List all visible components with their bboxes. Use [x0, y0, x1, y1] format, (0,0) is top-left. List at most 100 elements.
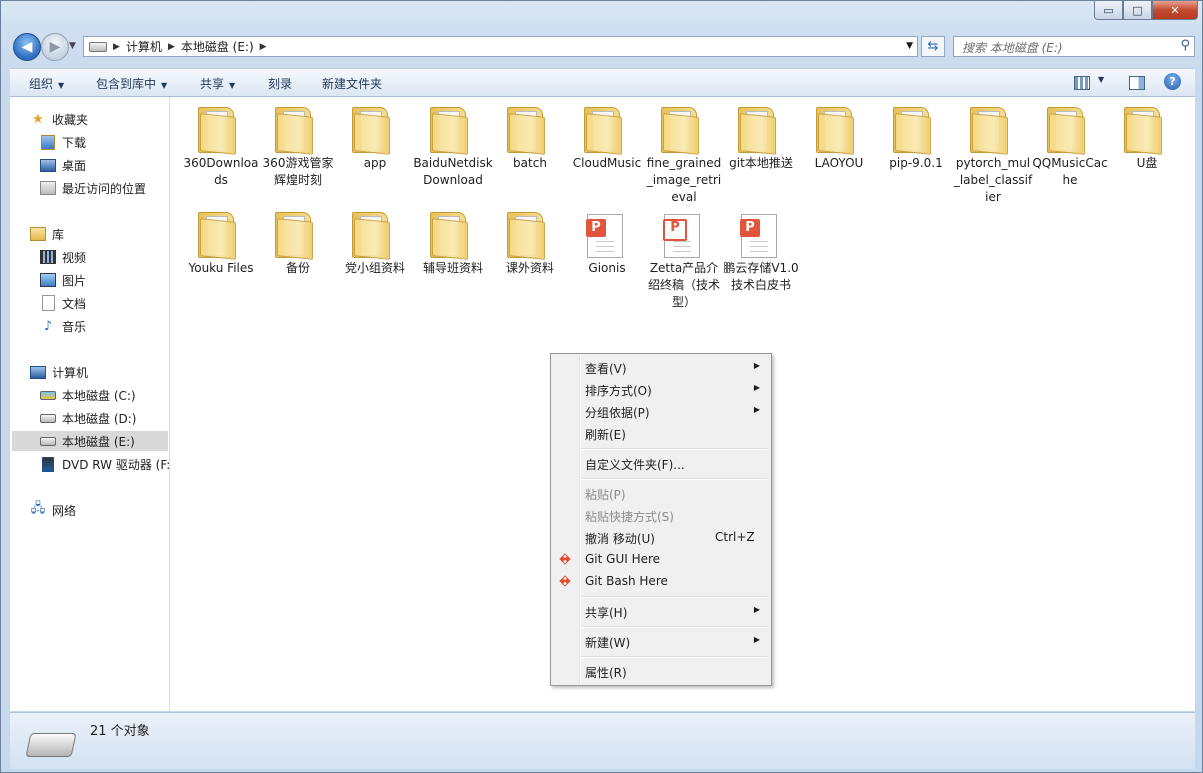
nav-desktop[interactable]: 桌面	[40, 155, 86, 175]
folder-front	[277, 218, 313, 260]
menu-item-git-bash[interactable]: Git Bash Here	[553, 570, 769, 592]
chevron-down-icon: ▼	[58, 81, 65, 90]
nav-pictures[interactable]: 图片	[40, 270, 86, 290]
nav-computer[interactable]: 计算机	[30, 362, 88, 382]
folder-front	[432, 113, 468, 155]
nav-dvd-drive[interactable]: DVD RW 驱动器 (F:	[40, 454, 170, 474]
nav-libraries[interactable]: 库	[30, 224, 64, 244]
folder-front	[509, 113, 545, 155]
close-button[interactable]: ✕	[1152, 1, 1198, 20]
folder-front	[972, 113, 1008, 155]
file-name: 鹏云存储V1.0技术白皮书	[723, 261, 799, 292]
file-name: fine_grained_image_retrieval	[646, 156, 722, 204]
back-button[interactable]: ◀	[13, 33, 41, 61]
folder-front	[354, 113, 390, 155]
breadcrumb-computer[interactable]: 计算机	[126, 38, 162, 55]
menu-item-share[interactable]: 共享(H) ▶	[553, 600, 769, 622]
command-bar: 组织 ▼ 包含到库中 ▼ 共享 ▼ 刻录 新建文件夹 ▼ ?	[10, 68, 1195, 97]
file-name: 辅导班资料	[422, 261, 483, 275]
file-name: BaiduNetdiskDownload	[413, 156, 493, 187]
text-line	[596, 246, 614, 247]
nav-recent[interactable]: 最近访问的位置	[40, 178, 146, 198]
menu-separator	[581, 626, 767, 628]
chevron-down-icon: ▼	[161, 81, 168, 90]
address-bar[interactable]: ▶ 计算机 ▶ 本地磁盘 (E:) ▶ ▼	[83, 36, 918, 57]
nav-drive-d-label: 本地磁盘 (D:)	[62, 411, 137, 426]
submenu-arrow-icon: ▶	[753, 635, 760, 644]
chevron-right-icon[interactable]: ▶	[113, 42, 120, 52]
search-input[interactable]	[960, 38, 1169, 57]
address-dropdown[interactable]: ▼	[906, 41, 913, 51]
menu-item-new[interactable]: 新建(W) ▶	[553, 630, 769, 652]
menu-item-undo-move[interactable]: 撤消 移动(U) Ctrl+Z	[553, 526, 769, 548]
menu-item-refresh[interactable]: 刷新(E)	[553, 422, 769, 444]
nav-downloads[interactable]: 下载	[40, 132, 86, 152]
minimize-button[interactable]: ▭	[1094, 1, 1123, 20]
menu-view-label: 查看(V)	[585, 362, 627, 376]
burn-button[interactable]: 刻录	[268, 75, 292, 92]
recent-pages-dropdown[interactable]: ▼	[69, 41, 76, 51]
text-line	[750, 246, 768, 247]
pdf-file-icon: P	[740, 214, 777, 258]
nav-pictures-label: 图片	[62, 273, 87, 288]
nav-drive-d[interactable]: 本地磁盘 (D:)	[40, 408, 136, 428]
drive-icon	[89, 41, 107, 52]
nav-favorites[interactable]: ★ 收藏夹	[30, 109, 88, 129]
forward-button[interactable]: ▶	[41, 33, 69, 61]
file-name: 备份	[285, 261, 310, 275]
menu-paste-shortcut-label: 粘贴快捷方式(S)	[585, 510, 674, 524]
pdf-file-icon: P	[586, 214, 623, 258]
chevron-right-icon[interactable]: ▶	[260, 42, 267, 52]
menu-item-view[interactable]: 查看(V) ▶	[553, 356, 769, 378]
nav-music-label: 音乐	[62, 319, 87, 334]
menu-item-properties[interactable]: 属性(R)	[553, 660, 769, 682]
menu-undo-shortcut: Ctrl+Z	[715, 530, 755, 544]
search-icon[interactable]: ⚲	[1180, 38, 1190, 53]
share-button[interactable]: 共享 ▼	[200, 75, 235, 92]
menu-item-customize[interactable]: 自定义文件夹(F)...	[553, 452, 769, 474]
text-line	[750, 241, 768, 242]
new-folder-button[interactable]: 新建文件夹	[322, 75, 382, 92]
help-icon[interactable]: ?	[1164, 73, 1181, 90]
pdf-badge-icon: P	[740, 219, 760, 237]
menu-new-label: 新建(W)	[585, 636, 631, 650]
nav-drive-c[interactable]: 本地磁盘 (C:)	[40, 385, 136, 405]
organize-label: 组织	[29, 77, 54, 91]
menu-separator	[581, 448, 767, 450]
chevron-right-icon[interactable]: ▶	[168, 42, 175, 52]
nav-network[interactable]: 🖧 网络	[30, 500, 76, 520]
maximize-button[interactable]: □	[1123, 1, 1152, 20]
view-options-dropdown[interactable]: ▼	[1098, 75, 1104, 84]
nav-documents[interactable]: 文档	[40, 293, 86, 313]
chevron-down-icon: ▼	[229, 81, 236, 90]
nav-videos[interactable]: 视频	[40, 247, 86, 267]
file-name: 360游戏管家辉煌时刻	[262, 156, 334, 187]
file-name: Gionis	[588, 261, 626, 275]
folder-icon	[275, 107, 313, 155]
nav-desktop-label: 桌面	[62, 158, 87, 173]
nav-music[interactable]: ♪ 音乐	[40, 316, 86, 336]
text-line	[596, 241, 614, 242]
menu-item-paste-shortcut[interactable]: 粘贴快捷方式(S)	[553, 504, 769, 526]
include-library-button[interactable]: 包含到库中 ▼	[96, 75, 167, 92]
change-view-icon[interactable]	[1074, 76, 1090, 90]
refresh-icon: ⇆	[927, 39, 939, 54]
pdf-badge-icon: P	[586, 219, 606, 237]
nav-drive-c-label: 本地磁盘 (C:)	[62, 388, 136, 403]
text-line	[596, 251, 614, 252]
breadcrumb-drive-e[interactable]: 本地磁盘 (E:)	[181, 38, 254, 55]
refresh-button[interactable]: ⇆	[921, 36, 945, 57]
organize-button[interactable]: 组织 ▼	[29, 75, 64, 92]
nav-drive-e[interactable]: 本地磁盘 (E:)	[12, 431, 168, 451]
preview-pane-icon[interactable]	[1129, 76, 1145, 90]
file-name: batch	[513, 156, 547, 170]
menu-item-git-gui[interactable]: Git GUI Here	[553, 548, 769, 570]
drive-icon	[40, 433, 56, 449]
menu-item-sort[interactable]: 排序方式(O) ▶	[553, 378, 769, 400]
menu-item-group[interactable]: 分组依据(P) ▶	[553, 400, 769, 422]
search-box[interactable]: ⚲	[953, 36, 1195, 57]
menu-item-paste[interactable]: 粘贴(P)	[553, 482, 769, 504]
file-name: 党小组资料	[344, 261, 405, 275]
folder-front	[354, 218, 390, 260]
file-name: 360Downloads	[183, 156, 259, 187]
